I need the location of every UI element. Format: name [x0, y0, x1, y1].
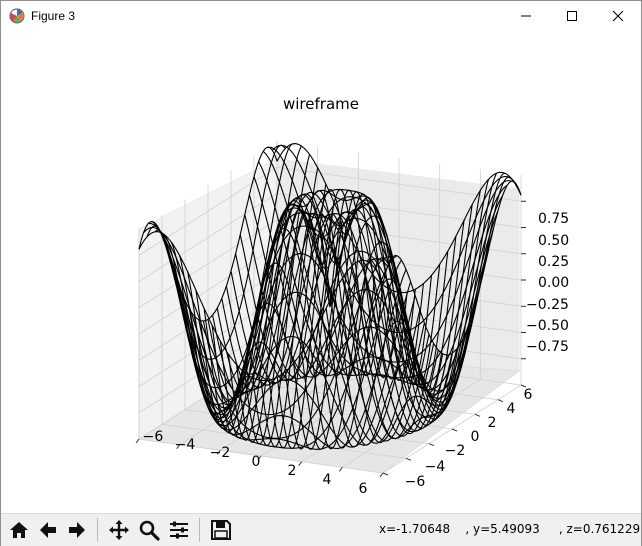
home-button[interactable]	[6, 517, 32, 543]
navigation-toolbar: x=-1.70648 , y=5.49093 , z=0.761229	[1, 513, 641, 546]
save-icon	[211, 520, 231, 540]
toolbar-separator	[97, 518, 98, 542]
maximize-icon	[567, 11, 577, 21]
y-tick-label: −4	[425, 459, 446, 475]
x-tick-label: 0	[252, 454, 261, 470]
zoom-icon	[139, 520, 160, 541]
back-icon	[40, 522, 56, 538]
x-tick-mark	[135, 438, 140, 444]
y-tick-mark	[382, 472, 389, 476]
y-tick-label: −6	[405, 474, 426, 490]
z-tick-label: −0.50	[526, 318, 569, 334]
save-button[interactable]	[208, 517, 234, 543]
wireframe-3d-axes[interactable]: −6 −4 −2 0 2 4 6 −6 −4 −2 0 2 4 6 0.75 0…	[1, 31, 641, 511]
title-bar[interactable]: Figure 3	[1, 1, 641, 31]
z-tick-label: 0.00	[538, 275, 569, 291]
figure-window: Figure 3 wireframe −6 −4 −2 0 2 4 6 −6 −…	[0, 0, 642, 546]
z-tick-label: 0.25	[538, 254, 569, 270]
forward-icon	[69, 522, 85, 538]
x-tick-label: −2	[210, 445, 231, 461]
toolbar-separator	[199, 518, 200, 542]
window-title: Figure 3	[31, 9, 76, 23]
x-tick-mark	[379, 472, 384, 478]
y-tick-mark	[451, 428, 458, 432]
close-icon	[612, 10, 624, 22]
x-tick-label: −4	[175, 437, 196, 453]
y-tick-label: 0	[471, 429, 480, 445]
configure-subplots-icon	[170, 521, 188, 539]
y-tick-label: 6	[524, 387, 533, 403]
cursor-coordinates: x=-1.70648 , y=5.49093 , z=0.761229	[379, 522, 641, 536]
maximize-button[interactable]	[549, 1, 595, 31]
x-tick-label: −6	[143, 429, 164, 445]
pan-icon	[109, 520, 129, 540]
y-tick-label: 4	[507, 401, 516, 417]
x-tick-label: 2	[288, 463, 297, 479]
figure-canvas[interactable]: wireframe −6 −4 −2 0 2 4 6 −6 −4 −2 0 2 …	[1, 31, 641, 511]
pan-button[interactable]	[106, 517, 132, 543]
matplotlib-logo-icon	[9, 8, 25, 24]
z-tick-label: −0.25	[526, 297, 569, 313]
x-tick-label: 6	[359, 481, 368, 497]
z-tick-label: 0.75	[538, 211, 569, 227]
back-button[interactable]	[35, 517, 61, 543]
x-tick-mark	[338, 467, 343, 472]
home-icon	[10, 522, 28, 538]
y-tick-mark	[405, 457, 412, 461]
minimize-button[interactable]	[503, 1, 549, 31]
y-tick-mark	[497, 399, 504, 403]
y-tick-mark	[474, 413, 481, 417]
close-button[interactable]	[595, 1, 641, 31]
z-tick-labels: 0.75 0.50 0.25 0.00 −0.25 −0.50 −0.75	[526, 211, 569, 355]
y-tick-label: −2	[445, 443, 466, 459]
x-tick-mark	[298, 461, 303, 466]
minimize-icon	[521, 15, 531, 17]
zoom-button[interactable]	[136, 517, 162, 543]
z-tick-label: −0.75	[526, 339, 569, 355]
y-tick-mark	[428, 443, 435, 447]
x-tick-label: 4	[323, 472, 332, 488]
forward-button[interactable]	[64, 517, 90, 543]
configure-subplots-button[interactable]	[166, 517, 192, 543]
z-tick-label: 0.50	[538, 233, 569, 249]
y-tick-label: 2	[488, 415, 497, 431]
